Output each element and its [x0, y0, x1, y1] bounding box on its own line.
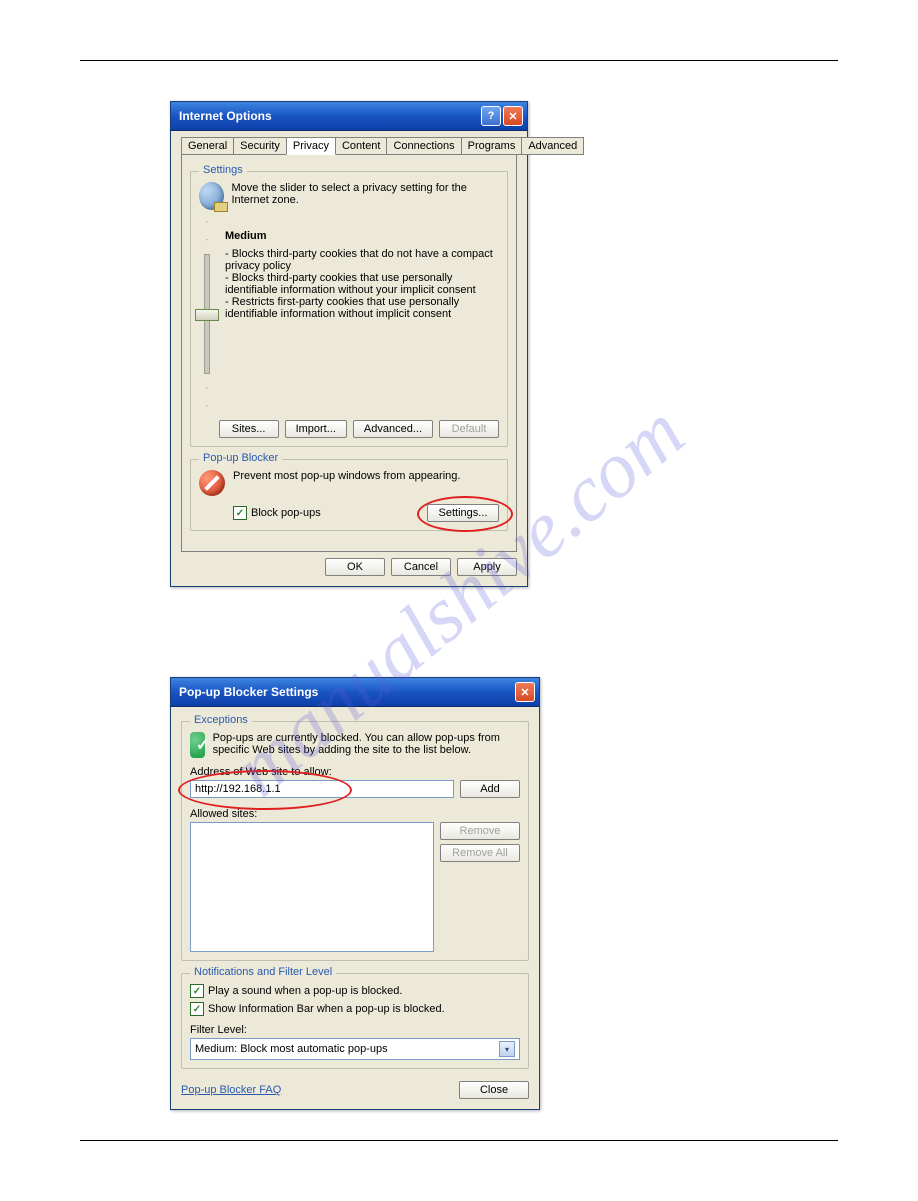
popup-blocker-settings-dialog: Pop-up Blocker Settings ✕ Exceptions Pop…	[170, 677, 540, 1110]
filter-level-value: Medium: Block most automatic pop-ups	[195, 1043, 388, 1055]
show-infobar-checkbox[interactable]: ✓ Show Information Bar when a pop-up is …	[190, 1002, 520, 1016]
settings-intro: Move the slider to select a privacy sett…	[232, 182, 500, 206]
tab-general[interactable]: General	[181, 137, 234, 155]
popup-legend: Pop-up Blocker	[199, 452, 282, 464]
chevron-down-icon: ▾	[499, 1041, 515, 1057]
bullet-3: - Restricts first-party cookies that use…	[225, 296, 499, 320]
notifications-group: Notifications and Filter Level ✓ Play a …	[181, 973, 529, 1069]
cancel-button[interactable]: Cancel	[391, 558, 451, 576]
apply-button[interactable]: Apply	[457, 558, 517, 576]
play-sound-label: Play a sound when a pop-up is blocked.	[208, 985, 402, 997]
bottom-rule	[80, 1140, 838, 1141]
remove-button: Remove	[440, 822, 520, 840]
filter-level-label: Filter Level:	[190, 1024, 520, 1036]
advanced-button[interactable]: Advanced...	[353, 420, 433, 438]
popup-intro: Prevent most pop-up windows from appeari…	[233, 470, 460, 482]
privacy-slider[interactable]	[199, 254, 215, 374]
popup-blocker-group: Pop-up Blocker Prevent most pop-up windo…	[190, 459, 508, 531]
dialog-title: Internet Options	[179, 109, 479, 123]
notifications-legend: Notifications and Filter Level	[190, 966, 336, 978]
sites-button[interactable]: Sites...	[219, 420, 279, 438]
block-popups-label: Block pop-ups	[251, 507, 321, 519]
tab-security[interactable]: Security	[233, 137, 287, 155]
bullet-1: - Blocks third-party cookies that do not…	[225, 248, 499, 272]
help-button[interactable]: ?	[481, 106, 501, 126]
show-infobar-label: Show Information Bar when a pop-up is bl…	[208, 1003, 445, 1015]
close-button[interactable]: Close	[459, 1081, 529, 1099]
exceptions-intro: Pop-ups are currently blocked. You can a…	[213, 732, 520, 756]
close-button[interactable]: ✕	[515, 682, 535, 702]
exceptions-legend: Exceptions	[190, 714, 252, 726]
privacy-level: Medium	[225, 230, 499, 242]
address-label: Address of Web site to allow:	[190, 766, 520, 778]
allowed-sites-list[interactable]	[190, 822, 434, 952]
play-sound-checkbox[interactable]: ✓ Play a sound when a pop-up is blocked.	[190, 984, 520, 998]
tab-content[interactable]: Content	[335, 137, 388, 155]
import-button[interactable]: Import...	[285, 420, 347, 438]
remove-all-button: Remove All	[440, 844, 520, 862]
popup-settings-button[interactable]: Settings...	[427, 504, 499, 522]
block-popups-checkbox[interactable]: ✓ Block pop-ups	[233, 506, 321, 520]
tabs: General Security Privacy Content Connect…	[181, 137, 517, 155]
address-input[interactable]	[190, 780, 454, 798]
settings-legend: Settings	[199, 164, 247, 176]
shield-check-icon	[190, 732, 205, 758]
exceptions-group: Exceptions Pop-ups are currently blocked…	[181, 721, 529, 961]
add-button[interactable]: Add	[460, 780, 520, 798]
allowed-label: Allowed sites:	[190, 808, 520, 820]
titlebar: Pop-up Blocker Settings ✕	[171, 678, 539, 707]
faq-link[interactable]: Pop-up Blocker FAQ	[181, 1084, 281, 1096]
tab-programs[interactable]: Programs	[461, 137, 523, 155]
bullet-2: - Blocks third-party cookies that use pe…	[225, 272, 499, 296]
tab-advanced[interactable]: Advanced	[521, 137, 584, 155]
settings-group: Settings Move the slider to select a pri…	[190, 171, 508, 447]
tab-connections[interactable]: Connections	[386, 137, 461, 155]
dialog-title: Pop-up Blocker Settings	[179, 685, 513, 699]
titlebar: Internet Options ? ✕	[171, 102, 527, 131]
top-rule	[80, 60, 838, 61]
blocked-icon	[199, 470, 225, 496]
filter-level-select[interactable]: Medium: Block most automatic pop-ups ▾	[190, 1038, 520, 1060]
tab-privacy[interactable]: Privacy	[286, 137, 336, 155]
default-button: Default	[439, 420, 499, 438]
ok-button[interactable]: OK	[325, 558, 385, 576]
globe-icon	[199, 182, 224, 210]
close-button[interactable]: ✕	[503, 106, 523, 126]
internet-options-dialog: Internet Options ? ✕ General Security Pr…	[170, 101, 528, 587]
